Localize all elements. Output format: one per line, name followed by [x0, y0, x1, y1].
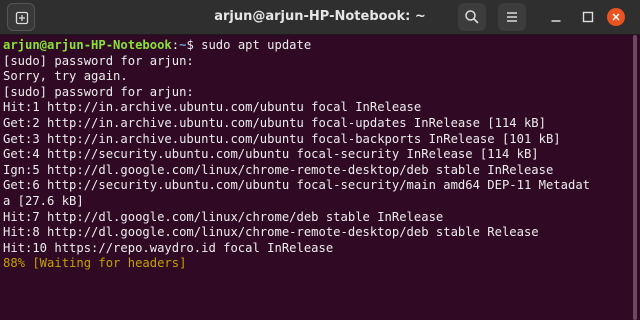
prompt-symbol: $	[186, 38, 194, 52]
maximize-button[interactable]	[574, 3, 602, 31]
menu-button[interactable]	[498, 3, 526, 31]
scrollbar[interactable]	[630, 35, 640, 320]
progress-line: 88% [Waiting for headers]	[3, 256, 187, 271]
search-icon	[465, 10, 479, 24]
scrollbar-thumb[interactable]	[633, 35, 637, 320]
output-line: Hit:8 http://dl.google.com/linux/chrome-…	[3, 225, 539, 240]
output-line: Ign:5 http://dl.google.com/linux/chrome-…	[3, 162, 554, 177]
minimize-button[interactable]	[542, 3, 570, 31]
minimize-icon	[551, 20, 561, 22]
hamburger-menu-icon	[507, 12, 517, 22]
output-line: a [27.6 kB]	[3, 193, 84, 208]
output-line: [sudo] password for arjun:	[3, 53, 194, 68]
new-tab-icon	[15, 11, 29, 25]
search-button[interactable]	[458, 3, 486, 31]
titlebar: arjun@arjun-HP-Notebook: ~	[0, 0, 640, 35]
output-line: Get:2 http://in.archive.ubuntu.com/ubunt…	[3, 115, 546, 130]
close-button[interactable]	[607, 8, 625, 26]
output-line: Sorry, try again.	[3, 69, 128, 84]
output-line: Hit:1 http://in.archive.ubuntu.com/ubunt…	[3, 100, 422, 115]
output-line: Get:3 http://in.archive.ubuntu.com/ubunt…	[3, 131, 561, 146]
terminal-window: arjun@arjun-HP-Notebook: ~ arjun@arjun-H…	[0, 0, 640, 320]
window-title: arjun@arjun-HP-Notebook: ~	[214, 9, 426, 24]
prompt-user: arjun@arjun-HP-Notebook	[3, 38, 172, 52]
output-line: Get:6 http://security.ubuntu.com/ubuntu …	[3, 178, 590, 193]
prompt-line: arjun@arjun-HP-Notebook:~$ sudo apt upda…	[3, 38, 628, 54]
close-icon	[612, 13, 620, 21]
prompt-separator: :	[171, 38, 180, 52]
output-line: Hit:7 http://dl.google.com/linux/chrome/…	[3, 209, 444, 224]
terminal-output[interactable]: arjun@arjun-HP-Notebook:~$ sudo apt upda…	[0, 35, 628, 320]
maximize-icon	[582, 11, 594, 23]
output-line: [sudo] password for arjun:	[3, 84, 194, 99]
output-line: Hit:10 https://repo.waydro.id focal InRe…	[3, 240, 334, 255]
output-line: Get:4 http://security.ubuntu.com/ubuntu …	[3, 147, 539, 162]
new-tab-button[interactable]	[7, 3, 35, 31]
command-text: sudo apt update	[193, 38, 312, 52]
